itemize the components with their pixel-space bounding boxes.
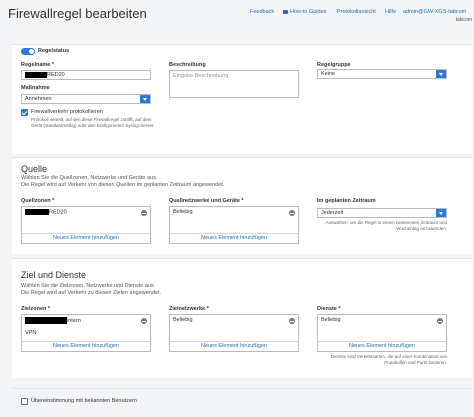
source-section-title: Quelle [21, 164, 48, 174]
source-section-sub1: Wählen Sie die Quellzonen, Netzwerke und… [21, 175, 158, 181]
schedule-label: Im geplanten Zeitraum [317, 198, 376, 204]
remove-icon[interactable] [141, 210, 147, 216]
add-service-button[interactable]: Neues Element hinzufügen [318, 341, 446, 351]
known-users-label: Übereinstimmung mit bekannten Benutzern [31, 398, 137, 404]
add-destination-zone-button[interactable]: Neues Element hinzufügen [22, 341, 150, 351]
rule-group-value: Keine [321, 71, 336, 77]
rule-name-input[interactable]: RED20 [21, 70, 151, 80]
services-list: Beliebig Neues Element hinzufügen [317, 314, 447, 352]
source-networks-list: Beliebig Neues Element hinzufügen [169, 206, 299, 244]
services-help: Dienste sind Verkehrsarten, die auf eine… [330, 354, 447, 365]
destination-section-sub2: Die Regel wird auf Verkehr zu diesen Zie… [21, 290, 162, 296]
how-to-label: How-to Guides [290, 9, 327, 15]
schedule-help: Auswahlen, um die Regel in einem bestimm… [325, 220, 447, 231]
services-label: Dienste * [317, 306, 341, 312]
rule-name-label: Regelname * [21, 62, 55, 68]
action-select[interactable]: Annehmen [21, 94, 151, 104]
remove-icon[interactable] [289, 210, 295, 216]
video-icon [283, 9, 288, 14]
chevron-down-icon [436, 70, 446, 78]
destination-section-sub1: Wählen Sie die Zielzonen, Netzwerke und … [21, 283, 156, 289]
add-source-network-button[interactable]: Neues Element hinzufügen [170, 233, 298, 243]
add-source-zone-button[interactable]: Neues Element hinzufügen [22, 233, 150, 243]
list-item: Beliebig [321, 317, 341, 323]
user-menu[interactable]: admin@GW-XGS-tabcom [403, 9, 474, 15]
list-item: intern [25, 317, 81, 324]
log-traffic-help: Protokoll verteilt, auf den diese Firewa… [31, 117, 155, 128]
feedback-link[interactable]: Feedback [250, 9, 274, 15]
rule-status-toggle[interactable] [21, 48, 35, 55]
list-item: VPN [25, 330, 37, 336]
action-label: Maßnahme [21, 85, 50, 91]
source-networks-label: Quellnetzwerke und Geräte * [169, 198, 244, 204]
destination-zones-list: intern VPN Neues Element hinzufügen [21, 314, 151, 352]
redacted-block [25, 317, 67, 324]
list-item: Beliebig [173, 317, 193, 323]
how-to-guides-link[interactable]: How-to Guides [283, 9, 326, 15]
rule-name-value: RED20 [47, 72, 65, 78]
remove-icon[interactable] [289, 318, 295, 324]
chevron-down-icon [140, 95, 150, 103]
description-label: Beschreibung [169, 62, 206, 68]
redacted-block [25, 209, 49, 215]
redacted-block [25, 71, 47, 78]
known-users-checkbox[interactable] [21, 398, 28, 405]
list-item: Beliebig [173, 209, 193, 215]
list-item: RED20 [25, 209, 67, 215]
schedule-value: Jederzeit [321, 210, 344, 216]
rule-status-label: Regelstatus [38, 48, 70, 54]
description-textarea[interactable]: Eingabe Beschreibung [169, 70, 299, 98]
source-zones-list: RED20 Neues Element hinzufügen [21, 206, 151, 244]
rule-group-select[interactable]: Keine [317, 69, 447, 79]
destination-section-title: Ziel und Dienste [21, 270, 87, 280]
destination-networks-list: Beliebig Neues Element hinzufügen [169, 314, 299, 352]
log-traffic-label: Firewallverkehr protokollieren [31, 109, 103, 115]
source-section-sub2: Die Regel wird auf Verkehr von diesen Qu… [21, 182, 225, 188]
action-value: Annehmen [25, 96, 52, 102]
remove-icon[interactable] [437, 318, 443, 324]
remove-icon[interactable] [141, 318, 147, 324]
chevron-down-icon [436, 209, 446, 217]
destination-zones-label: Zielzonen * [21, 306, 51, 312]
add-destination-network-button[interactable]: Neues Element hinzufügen [170, 341, 298, 351]
page-title: Firewallregel bearbeiten [8, 6, 147, 21]
divider [12, 388, 472, 389]
log-traffic-checkbox[interactable] [21, 109, 28, 116]
schedule-select[interactable]: Jederzeit [317, 208, 447, 218]
rule-group-label: Regelgruppe [317, 62, 351, 68]
destination-networks-label: Zielnetzwerke * [169, 306, 209, 312]
source-zones-label: Quellzonen * [21, 198, 55, 204]
hilfe-link[interactable]: Hilfe [385, 9, 396, 15]
protokollansicht-link[interactable]: Protokollansicht [337, 9, 376, 15]
tenant-label: tabcom [455, 17, 472, 23]
